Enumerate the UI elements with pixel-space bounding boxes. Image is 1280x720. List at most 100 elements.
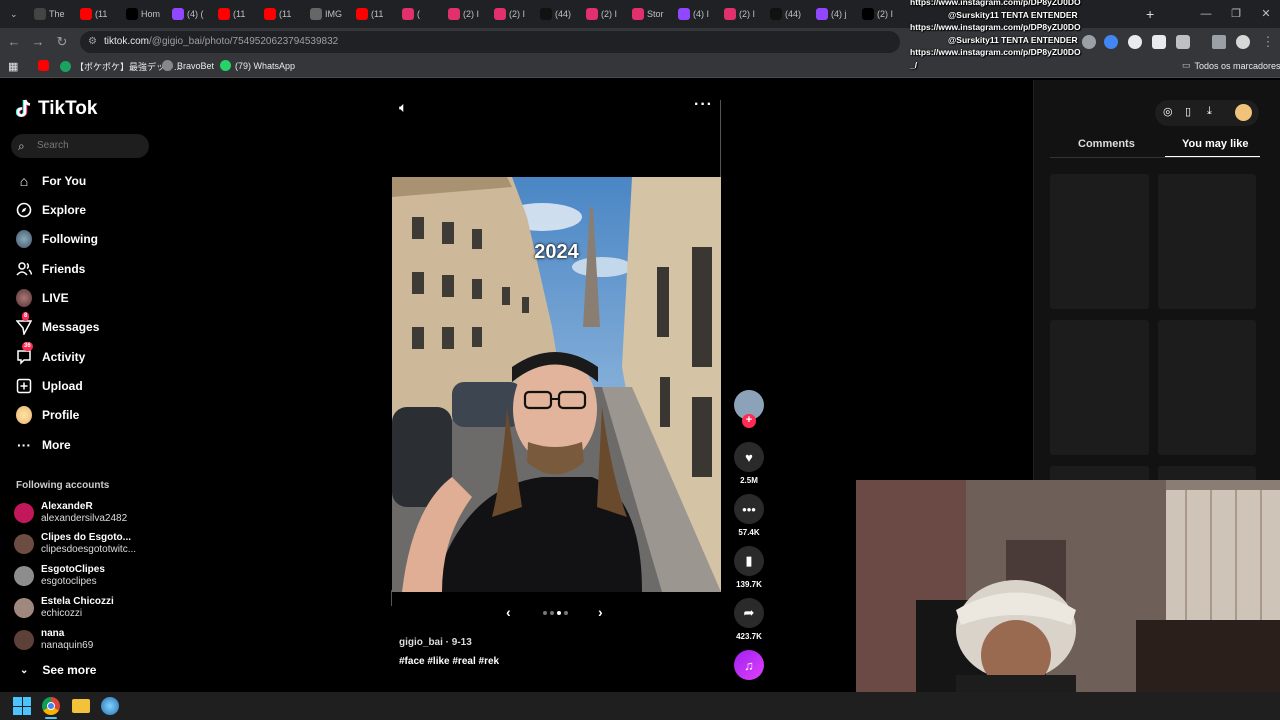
all-bookmarks[interactable]: ▭ Todos os marcadores xyxy=(1182,60,1280,71)
back-icon[interactable]: ← xyxy=(6,34,22,50)
suggested-thumbnail[interactable] xyxy=(1158,174,1256,309)
sidebar-item-profile[interactable]: Profile xyxy=(16,404,79,426)
carousel-dot[interactable] xyxy=(550,611,554,615)
suggested-thumbnail[interactable] xyxy=(1158,320,1256,455)
browser-tab[interactable]: (11 xyxy=(258,3,302,25)
extension-icon[interactable] xyxy=(1104,35,1118,49)
browser-tab[interactable]: (44) xyxy=(534,3,578,25)
comment-button[interactable]: ••• 57.4K xyxy=(734,494,764,537)
browser-tab[interactable]: The xyxy=(28,3,72,25)
following-account-item[interactable]: AlexandeR alexandersilva2482 xyxy=(14,501,127,525)
extension-icon[interactable] xyxy=(1082,35,1096,49)
browser-tab[interactable]: (4) j xyxy=(810,3,854,25)
music-disc-button[interactable]: ♫ xyxy=(734,650,764,680)
browser-tab[interactable]: ( xyxy=(396,3,440,25)
extension-icon[interactable] xyxy=(1152,35,1166,49)
browser-tab[interactable]: (4) I xyxy=(672,3,716,25)
forward-icon[interactable]: → xyxy=(30,34,46,50)
sidebar-item-messages[interactable]: 8 Messages xyxy=(16,312,99,338)
reload-icon[interactable]: ↻ xyxy=(54,34,70,50)
download-icon[interactable]: ⤓ xyxy=(1207,105,1212,118)
search-input[interactable]: ⌕ Search xyxy=(11,134,149,158)
see-more-label: See more xyxy=(42,663,97,677)
site-info-icon[interactable]: ⚙ xyxy=(88,31,97,53)
new-tab-button[interactable]: + xyxy=(1140,3,1160,25)
following-account-item[interactable]: Estela Chicozzi echicozzi xyxy=(14,596,114,620)
carousel-dot[interactable] xyxy=(543,611,547,615)
all-bookmarks-label: Todos os marcadores xyxy=(1194,60,1280,71)
sidebar-item-explore[interactable]: Explore xyxy=(16,199,86,221)
suggested-thumbnail[interactable] xyxy=(1050,320,1149,455)
like-button[interactable]: ♥ 2.5M xyxy=(734,442,764,485)
carousel-dot[interactable] xyxy=(564,611,568,615)
post-hashtags[interactable]: #face #like #real #rek xyxy=(399,656,499,667)
follow-plus-icon[interactable]: + xyxy=(742,414,756,428)
sidebar-item-label: Explore xyxy=(42,203,87,217)
tab-comments[interactable]: Comments xyxy=(1078,138,1135,150)
browser-tab[interactable]: (2) I xyxy=(580,3,624,25)
apps-grid-icon[interactable]: ▦ xyxy=(8,60,18,73)
sidebar-item-friends[interactable]: Friends xyxy=(16,258,85,280)
post-author[interactable]: gigio_bai · 9-13 xyxy=(399,637,472,648)
see-more-button[interactable]: ⌄ See more xyxy=(20,663,96,677)
browser-tab[interactable]: (2) I xyxy=(718,3,762,25)
heart-icon: ♥ xyxy=(734,442,764,472)
app-icon[interactable] xyxy=(101,697,119,715)
following-account-item[interactable]: nana nanaquin69 xyxy=(14,628,93,652)
browser-tab[interactable]: (11 xyxy=(212,3,256,25)
following-account-item[interactable]: Clipes do Esgoto... clipesdoesgototwitc..… xyxy=(14,532,136,556)
tab-label: IMG xyxy=(325,9,342,19)
browser-tab[interactable]: (2) I xyxy=(856,3,900,25)
suggested-thumbnail[interactable] xyxy=(1050,174,1149,309)
extension-icon[interactable] xyxy=(1128,35,1142,49)
extensions-puzzle-icon[interactable] xyxy=(1176,35,1190,49)
browser-tab[interactable]: Stor xyxy=(626,3,670,25)
phone-icon[interactable]: ▯ xyxy=(1185,105,1191,118)
chevron-right-icon[interactable]: › xyxy=(598,604,603,620)
minimize-icon[interactable]: — xyxy=(1192,4,1220,24)
browser-tab[interactable]: (11 xyxy=(350,3,394,25)
bookmark-item[interactable]: (79) WhatsApp xyxy=(220,60,295,71)
close-icon[interactable]: ✕ xyxy=(1252,4,1280,24)
sidebar-item-upload[interactable]: Upload xyxy=(16,375,83,397)
browser-tab[interactable]: (11 xyxy=(74,3,118,25)
windows-start-icon[interactable] xyxy=(13,697,31,715)
browser-tab[interactable]: (4) ( xyxy=(166,3,210,25)
post-photo[interactable]: 2024 xyxy=(392,177,721,592)
compass-icon[interactable]: ◎ xyxy=(1163,105,1173,118)
profile-avatar-icon[interactable] xyxy=(1236,35,1250,49)
sidebar-item-more[interactable]: ··· More xyxy=(16,434,71,456)
bookmark-item[interactable]: BravoBet xyxy=(162,60,214,71)
following-account-item[interactable]: EsgotoClipes esgotoclipes xyxy=(14,564,105,588)
maximize-icon[interactable]: ❐ xyxy=(1222,4,1250,24)
creator-avatar[interactable]: + xyxy=(734,390,764,428)
browser-tab[interactable]: Hom xyxy=(120,3,164,25)
volume-icon[interactable]: 🔈︎ xyxy=(399,99,407,116)
tab-list-icon[interactable]: ⌄ xyxy=(2,3,26,25)
browser-tab[interactable]: (44) xyxy=(764,3,808,25)
browser-menu-icon[interactable]: ⋮ xyxy=(1260,34,1276,50)
carousel-dot[interactable] xyxy=(557,611,561,615)
file-explorer-icon[interactable] xyxy=(72,699,90,713)
sidebar-item-live[interactable]: LIVE xyxy=(16,287,69,309)
tiktok-logo[interactable]: TikTok xyxy=(16,98,97,120)
account-username: clipesdoesgototwitc... xyxy=(41,544,137,555)
chrome-icon[interactable] xyxy=(42,697,60,715)
save-button[interactable]: ▮ 139.7K xyxy=(734,546,764,589)
more-options-icon[interactable]: ··· xyxy=(694,96,713,114)
sidebar-item-for-you[interactable]: ⌂ For You xyxy=(16,170,86,192)
chevron-left-icon[interactable]: ‹ xyxy=(506,604,511,620)
search-icon: ⌕ xyxy=(18,139,25,153)
avatar[interactable] xyxy=(1235,104,1252,121)
sidebar-item-activity[interactable]: 36 Activity xyxy=(16,342,85,368)
url-input[interactable]: ⚙ tiktok.com/@gigio_bai/photo/7549520623… xyxy=(80,31,900,53)
browser-tab[interactable]: IMG xyxy=(304,3,348,25)
sidebar-item-following[interactable]: Following xyxy=(16,228,98,250)
bookmark-item[interactable] xyxy=(38,60,49,71)
share-button[interactable]: ➦ 423.7K xyxy=(734,598,764,641)
reading-list-icon[interactable] xyxy=(1212,35,1226,49)
tab-you-may-like[interactable]: You may like xyxy=(1182,138,1248,150)
browser-tab[interactable]: (2) I xyxy=(442,3,486,25)
x-icon xyxy=(126,8,138,20)
browser-tab[interactable]: (2) I xyxy=(488,3,532,25)
